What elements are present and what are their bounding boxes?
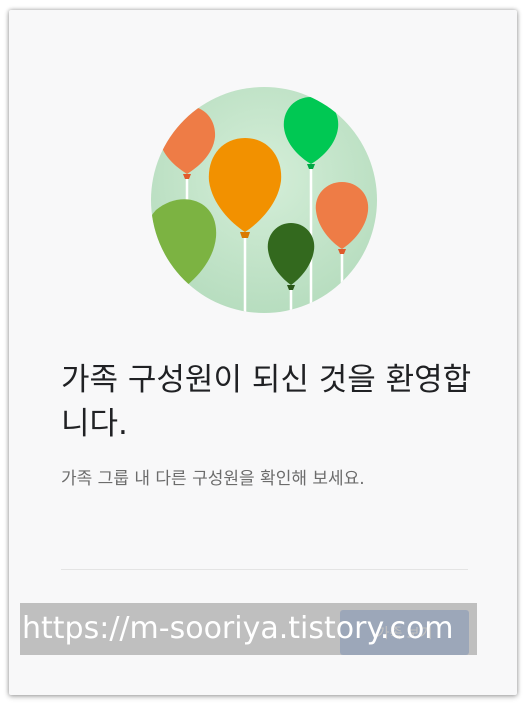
dialog-title: 가족 구성원이 되신 것을 환영합니다. xyxy=(61,362,472,442)
view-family-button[interactable]: 가족 보기 xyxy=(340,610,469,655)
dialog-subtitle: 가족 그룹 내 다른 구성원을 확인해 보세요. xyxy=(61,469,365,489)
welcome-dialog: 가족 구성원이 되신 것을 환영합니다. 가족 그룹 내 다른 구성원을 확인해… xyxy=(9,10,517,695)
balloons-illustration-icon xyxy=(151,87,377,313)
divider xyxy=(61,569,468,570)
